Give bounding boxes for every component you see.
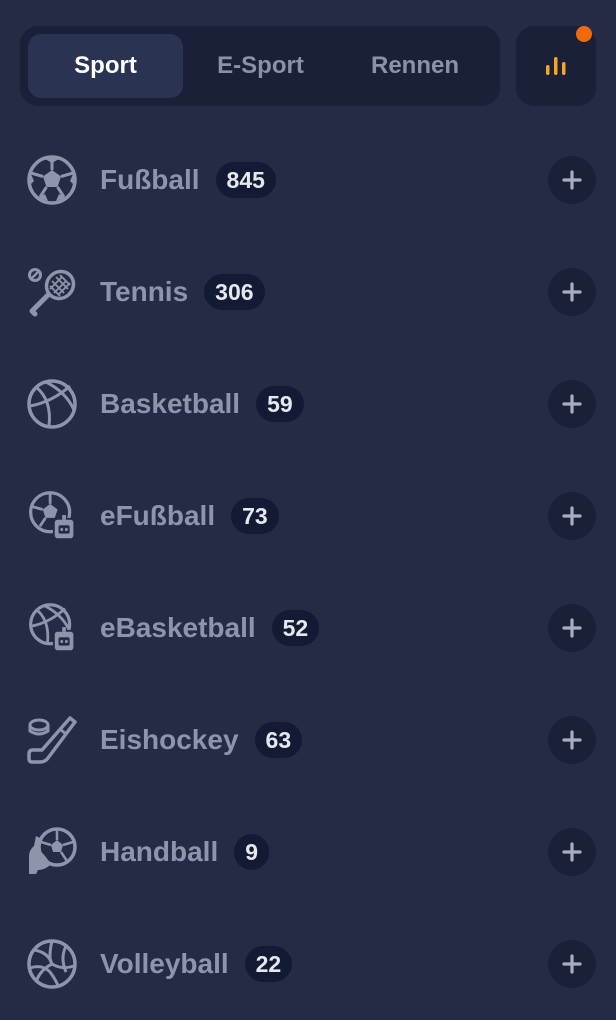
plus-icon	[562, 282, 582, 302]
sport-name: Tennis	[100, 276, 189, 307]
add-eishockey-button[interactable]	[548, 716, 596, 764]
event-count-badge: 22	[244, 946, 293, 982]
event-count-badge: 845	[215, 162, 276, 198]
event-count-badge: 59	[256, 386, 304, 422]
sport-row-basketball[interactable]: Basketball 59	[0, 348, 616, 460]
tab-e-sport[interactable]: E-Sport	[183, 34, 338, 98]
sport-name: Basketball	[100, 388, 241, 419]
hockey-stick-icon	[27, 716, 77, 764]
event-count-badge: 9	[234, 834, 270, 870]
notification-dot	[576, 26, 592, 42]
add-handball-button[interactable]	[548, 828, 596, 876]
event-count-badge: 52	[271, 610, 320, 646]
sport-name: Volleyball	[100, 948, 229, 979]
sport-name: eFußball	[100, 500, 216, 531]
event-count-badge: 73	[231, 498, 279, 534]
sport-name: Eishockey	[100, 724, 239, 755]
sport-row-volleyball[interactable]: Volleyball 22	[0, 908, 616, 1020]
add-ebasketball-button[interactable]	[548, 604, 596, 652]
sport-row-efussball[interactable]: eFußball 73	[0, 460, 616, 572]
sport-row-ebasketball[interactable]: eBasketball 52	[0, 572, 616, 684]
tab-rennen[interactable]: Rennen	[338, 34, 492, 98]
add-fussball-button[interactable]	[548, 156, 596, 204]
plus-icon	[562, 618, 582, 638]
handball-icon	[29, 827, 77, 874]
plus-icon	[562, 506, 582, 526]
event-count-badge: 63	[254, 722, 303, 758]
plus-icon	[562, 170, 582, 190]
sport-category-bar: Sport E-Sport Rennen	[20, 26, 596, 106]
plus-icon	[562, 394, 582, 414]
basketball-icon	[27, 379, 77, 429]
tennis-racket-icon	[28, 268, 76, 317]
soccer-ball-icon	[27, 155, 77, 205]
plus-icon	[562, 842, 582, 862]
ebasketball-icon	[29, 603, 76, 653]
sport-type-tabs: Sport E-Sport Rennen	[20, 26, 500, 106]
sport-name: Handball	[100, 836, 219, 867]
sport-row-handball[interactable]: Handball 9	[0, 796, 616, 908]
statistics-button[interactable]	[516, 26, 596, 106]
sports-list: Fußball 845 Tennis 306 Basketball 59 eFu…	[0, 124, 616, 1020]
sport-name: Fußball	[100, 164, 200, 195]
bar-chart-icon	[546, 57, 566, 75]
sport-row-tennis[interactable]: Tennis 306	[0, 236, 616, 348]
add-volleyball-button[interactable]	[548, 940, 596, 988]
event-count-badge: 306	[204, 274, 265, 310]
plus-icon	[562, 954, 582, 974]
add-basketball-button[interactable]	[548, 380, 596, 428]
add-efussball-button[interactable]	[548, 492, 596, 540]
sport-row-eishockey[interactable]: Eishockey 63	[0, 684, 616, 796]
sport-row-fussball[interactable]: Fußball 845	[0, 124, 616, 236]
sport-name: eBasketball	[100, 612, 256, 643]
add-tennis-button[interactable]	[548, 268, 596, 316]
plus-icon	[562, 730, 582, 750]
efootball-icon	[29, 491, 76, 541]
volleyball-icon	[27, 939, 77, 989]
tab-sport[interactable]: Sport	[28, 34, 183, 98]
